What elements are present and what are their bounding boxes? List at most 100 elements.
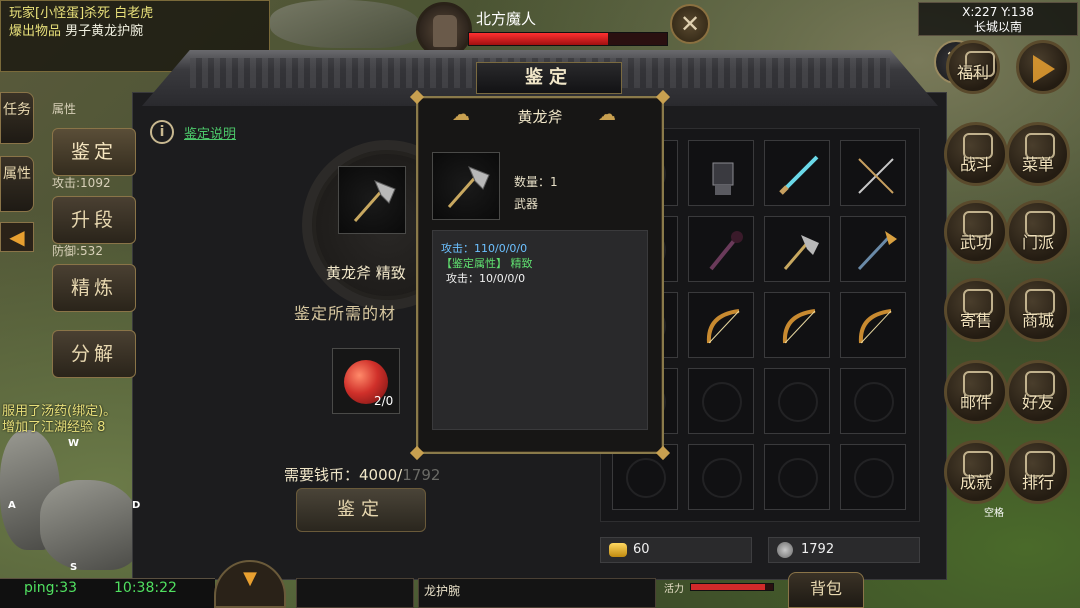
refine-tab-button[interactable]: 精炼 xyxy=(52,264,136,312)
decompose-tab-button[interactable]: 分解 xyxy=(52,330,136,378)
arrow-left-icon[interactable]: ◀ xyxy=(0,222,34,252)
chat-item: 男子黄龙护腕 xyxy=(65,24,144,39)
cost-owned: 1792 xyxy=(402,466,441,484)
info-icon[interactable]: i xyxy=(150,120,174,144)
inventory-slot[interactable] xyxy=(764,140,830,206)
menu-button-label: 排行 xyxy=(1021,473,1054,492)
tab-attributes[interactable]: 属性 xyxy=(0,156,34,212)
rock xyxy=(270,0,420,48)
bag-button[interactable]: 背包 xyxy=(788,572,864,608)
stamina-fill xyxy=(691,584,765,590)
appraise-help-link[interactable]: 鉴定说明 xyxy=(184,123,236,142)
button-label: 分解 xyxy=(70,343,117,365)
button-label: 背包 xyxy=(809,579,842,598)
axe-icon xyxy=(447,166,490,208)
chat-label: 爆出物品 xyxy=(9,24,62,39)
inventory-slot[interactable] xyxy=(688,292,754,358)
gauntlet-icon xyxy=(712,162,734,195)
inventory-slot[interactable] xyxy=(840,216,906,282)
play-arrow-icon xyxy=(1033,55,1055,83)
inventory-slot[interactable] xyxy=(688,216,754,282)
menu-button-gift-box[interactable]: 商城 xyxy=(1006,278,1070,342)
empty-slot-emblem-icon xyxy=(778,382,818,422)
button-label: 鉴定 xyxy=(337,499,385,520)
menu-button-gift[interactable]: 福利 xyxy=(946,40,1000,94)
stamina-label: 活力 xyxy=(664,584,684,595)
bow-icon xyxy=(706,309,740,344)
inventory-slot[interactable] xyxy=(840,140,906,206)
menu-button-label: 好友 xyxy=(1021,393,1054,412)
menu-button-play-arrow[interactable] xyxy=(1016,40,1070,94)
menu-button-mail[interactable]: 邮件 xyxy=(944,360,1008,424)
menu-button-label: 邮件 xyxy=(959,393,992,412)
inventory-slot[interactable] xyxy=(840,368,906,434)
menu-button-label: 门派 xyxy=(1021,233,1054,252)
coin-amount: 1792 xyxy=(801,542,835,557)
tooltip-attack: 攻击：110/0/0/0 xyxy=(441,242,528,255)
chat-line: 玩家[小怪蛋]杀死 白老虎 xyxy=(9,6,154,21)
empty-slot-emblem-icon xyxy=(702,458,742,498)
minimap-coords[interactable]: X:227 Y:138 长城以南 xyxy=(918,2,1078,36)
clock-text: 10:38:22 xyxy=(114,580,177,596)
menu-button-scroll[interactable]: 武功 xyxy=(944,200,1008,264)
menu-button-menu-grid[interactable]: 菜单 xyxy=(1006,122,1070,186)
stat-defense: 防御:532 xyxy=(52,244,103,258)
tooltip-appraise-attack: 攻击：10/0/0/0 xyxy=(446,272,526,285)
compass-w: W xyxy=(68,438,80,449)
coin-icon xyxy=(777,542,793,558)
cost-label: 需要钱币：4000/1792 xyxy=(284,464,440,485)
blue-blade-icon xyxy=(779,155,819,195)
menu-button-friend[interactable]: 好友 xyxy=(1006,360,1070,424)
dark-staff-icon xyxy=(709,231,743,271)
inventory-slot[interactable] xyxy=(764,216,830,282)
menu-button-label: 商城 xyxy=(1021,311,1054,330)
menu-button-label: 成就 xyxy=(959,473,992,492)
tooltip-appraise-label: 【鉴定属性】 精致 xyxy=(441,257,533,270)
materials-label: 鉴定所需的材 xyxy=(294,304,397,323)
empty-slot-emblem-icon xyxy=(626,458,666,498)
menu-button-money-bag[interactable]: 寄售 xyxy=(944,278,1008,342)
stat-attack: 攻击:1092 xyxy=(52,176,111,190)
system-message: 增加了江湖经验 8 xyxy=(2,420,106,435)
menu-button-label: 武功 xyxy=(959,233,992,252)
inventory-slot[interactable] xyxy=(764,444,830,510)
coords-text: X:227 Y:138 xyxy=(962,5,1034,19)
tab-quest[interactable]: 任务 xyxy=(0,92,34,144)
button-label: 升段 xyxy=(70,209,117,231)
menu-button-star-badge[interactable]: 成就 xyxy=(944,440,1008,504)
inventory-slot[interactable] xyxy=(688,368,754,434)
menu-button-label: 战斗 xyxy=(959,155,992,174)
empty-slot-emblem-icon xyxy=(854,382,894,422)
boss-portrait[interactable] xyxy=(416,2,472,58)
inventory-slot[interactable] xyxy=(764,368,830,434)
menu-button-pavilion[interactable]: 门派 xyxy=(1006,200,1070,264)
appraise-tab-button[interactable]: 鉴定 xyxy=(52,128,136,176)
inventory-slot[interactable] xyxy=(764,292,830,358)
menu-button-ranking[interactable]: 排行 xyxy=(1006,440,1070,504)
dialog-title: 鉴定 xyxy=(476,62,622,94)
inventory-slot[interactable] xyxy=(688,444,754,510)
compass-a: A xyxy=(8,500,16,511)
halberd-icon xyxy=(857,231,897,271)
axe-icon xyxy=(783,235,819,270)
inventory-slot[interactable] xyxy=(840,292,906,358)
close-icon[interactable]: ✕ xyxy=(670,4,710,44)
menu-button-label: 菜单 xyxy=(1021,155,1054,174)
bow-icon xyxy=(858,309,892,344)
gold-ingot-icon xyxy=(609,543,627,557)
material-count: 2/0 xyxy=(374,394,394,408)
appraise-button[interactable]: 鉴定 xyxy=(296,488,426,532)
gold-display: 60 xyxy=(600,537,752,563)
menu-button-label: 福利 xyxy=(956,63,989,82)
quick-slot[interactable] xyxy=(296,578,414,608)
upgrade-tab-button[interactable]: 升段 xyxy=(52,196,136,244)
tooltip-type: 武器 xyxy=(514,197,539,211)
tab-label: 属性 xyxy=(3,166,31,182)
inventory-slot[interactable] xyxy=(688,140,754,206)
menu-button-label: 寄售 xyxy=(959,311,992,330)
inventory-slot[interactable] xyxy=(840,444,906,510)
compass-s: S xyxy=(70,562,78,573)
item-slot[interactable] xyxy=(338,166,406,234)
compass-d: D xyxy=(132,500,141,511)
menu-button-swords[interactable]: 战斗 xyxy=(944,122,1008,186)
